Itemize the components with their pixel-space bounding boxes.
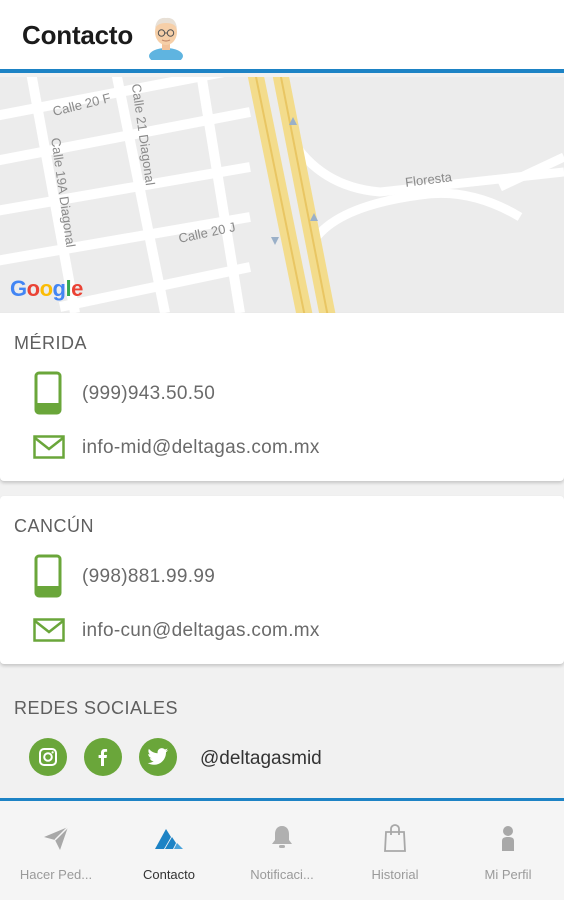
email-row[interactable]: info-cun@deltagas.com.mx — [0, 610, 564, 650]
shopping-bag-icon — [384, 824, 406, 852]
phone-row[interactable]: (998)881.99.99 — [0, 554, 564, 598]
social-handle[interactable]: @deltagasmid — [200, 748, 322, 770]
tab-label: Historial — [371, 867, 419, 882]
twitter-icon — [147, 748, 169, 765]
email-address[interactable]: info-cun@deltagas.com.mx — [82, 620, 320, 642]
send-icon — [44, 826, 69, 850]
facebook-icon — [98, 749, 108, 766]
phone-icon — [34, 371, 62, 415]
office-title: CANCÚN — [14, 516, 95, 536]
bottom-tab-bar: Hacer Ped... Contacto Notificaci... Hist… — [0, 798, 564, 900]
phone-number[interactable]: (999)943.50.50 — [82, 383, 215, 405]
twitter-button[interactable] — [139, 738, 177, 776]
app-header: Contacto — [0, 0, 564, 73]
phone-icon — [34, 554, 62, 598]
tab-mi-perfil[interactable]: Mi Perfil — [452, 801, 564, 900]
mail-icon — [33, 618, 65, 642]
email-row[interactable]: info-mid@deltagas.com.mx — [0, 427, 564, 467]
tab-label: Notificaci... — [250, 867, 314, 882]
email-address[interactable]: info-mid@deltagas.com.mx — [82, 437, 320, 459]
tab-historial[interactable]: Historial — [339, 801, 451, 900]
tab-hacer-pedido[interactable]: Hacer Ped... — [0, 801, 112, 900]
tab-contacto[interactable]: Contacto — [113, 801, 225, 900]
google-logo: Google — [10, 276, 83, 301]
page-title: Contacto — [22, 20, 134, 50]
instagram-button[interactable] — [29, 738, 67, 776]
tab-label: Contacto — [142, 867, 196, 882]
tab-label: Mi Perfil — [484, 867, 532, 882]
facebook-button[interactable] — [84, 738, 122, 776]
social-section: REDES SOCIALES @deltagasmid — [0, 680, 564, 798]
tab-label: Hacer Ped... — [19, 867, 93, 882]
office-card-merida: MÉRIDA (999)943.50.50 info-mid@deltagas.… — [0, 313, 564, 481]
social-title: REDES SOCIALES — [14, 698, 179, 718]
deltagas-logo-icon — [155, 829, 183, 849]
user-icon — [502, 826, 514, 851]
office-card-cancun: CANCÚN (998)881.99.99 info-cun@deltagas.… — [0, 496, 564, 664]
mail-icon — [33, 435, 65, 459]
phone-number[interactable]: (998)881.99.99 — [82, 566, 215, 588]
location-map[interactable]: Calle 20 F Calle 21 Diagonal Calle 19A D… — [0, 77, 564, 313]
instagram-icon — [39, 748, 57, 766]
tab-notificaciones[interactable]: Notificaci... — [226, 801, 338, 900]
office-title: MÉRIDA — [14, 333, 88, 353]
map-streets — [0, 77, 564, 313]
phone-row[interactable]: (999)943.50.50 — [0, 371, 564, 415]
avatar-icon[interactable] — [142, 12, 190, 60]
bell-icon — [272, 826, 292, 848]
